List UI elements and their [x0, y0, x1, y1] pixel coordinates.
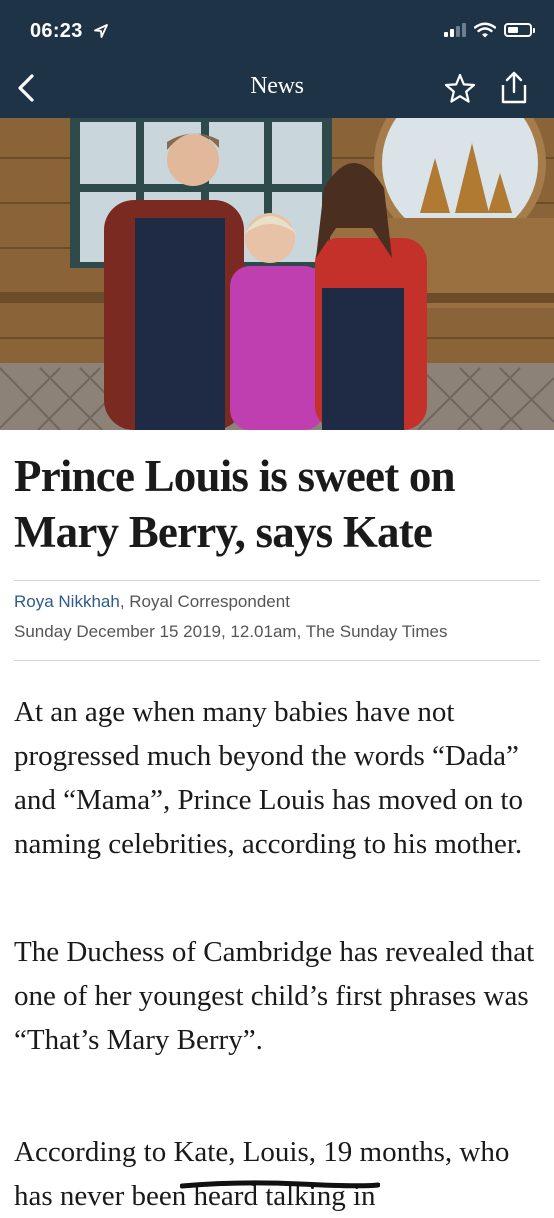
- wifi-icon: [474, 22, 496, 38]
- status-icons: [444, 22, 535, 38]
- app-header: 06:23 News: [0, 0, 554, 118]
- location-arrow-icon: [94, 24, 108, 38]
- article-hero-image: [0, 118, 554, 430]
- battery-icon: [504, 23, 535, 37]
- article-headline: Prince Louis is sweet on Mary Berry, say…: [14, 451, 456, 557]
- article-paragraph: The Duchess of Cambridge has revealed th…: [14, 936, 535, 1056]
- divider: [14, 660, 540, 661]
- dateline: Sunday December 15 2019, 12.01am, The Su…: [14, 622, 448, 641]
- article-paragraph: At an age when many babies have not prog…: [14, 696, 523, 860]
- signal-icon: [444, 23, 466, 37]
- byline: Roya Nikkhah, Royal Correspondent: [14, 592, 290, 612]
- article-paragraph: According to Kate, Louis, 19 months, who…: [14, 1136, 510, 1212]
- author-role: , Royal Correspondent: [119, 592, 290, 611]
- share-icon[interactable]: [497, 70, 531, 106]
- handwritten-underline-mark: [180, 1180, 380, 1189]
- status-time: 06:23: [30, 20, 83, 42]
- divider: [14, 580, 540, 581]
- star-icon[interactable]: [443, 72, 477, 106]
- author-link[interactable]: Roya Nikkhah: [14, 592, 120, 611]
